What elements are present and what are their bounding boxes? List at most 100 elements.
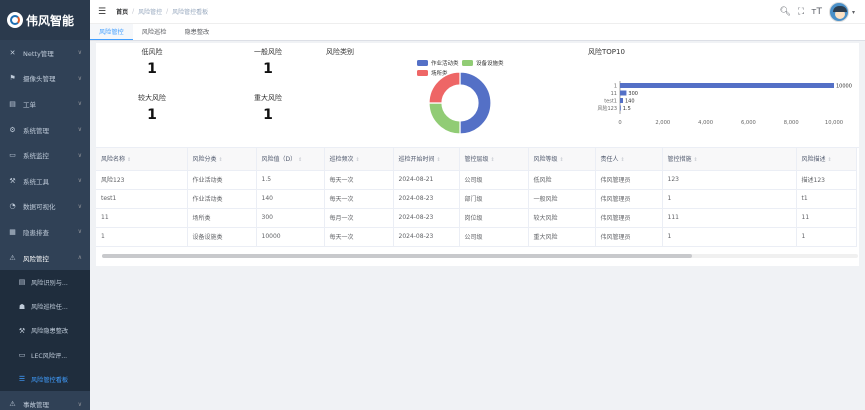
- sidebar-subitem-label: 风险巡检任...: [31, 304, 68, 312]
- horizontal-scrollbar[interactable]: [102, 254, 858, 258]
- sidebar-submenu: ▤ 风险识别与... ☗ 风险巡检任... ⚒ 风险隐患整改 ▭ LEC风险评... ☰ 风险管控…: [0, 270, 90, 392]
- legend-swatch[interactable]: [417, 70, 428, 76]
- column-header[interactable]: 管控措施 ⇕: [662, 148, 797, 171]
- column-header[interactable]: 风险值（D） ⇕: [256, 148, 325, 171]
- logo[interactable]: 伟风智能: [0, 0, 90, 40]
- font-size-icon[interactable]: ᴛT: [811, 7, 822, 17]
- sidebar-subitem[interactable]: ☗ 风险巡检任...: [0, 295, 90, 319]
- sidebar-item-label: 系统管理: [23, 126, 49, 135]
- column-header[interactable]: 风险分类 ⇕: [187, 148, 257, 171]
- x-tick-label: 0: [618, 120, 621, 126]
- table-row[interactable]: 11 场所类 300 每月一次 2024-08-23 岗位级 较大风险 伟风管理员 111 11: [96, 208, 857, 228]
- column-header[interactable]: 巡检开始时间 ⇕: [393, 148, 460, 171]
- header-actions: 🔍︎ ⛶ ᴛT ▾: [772, 2, 855, 22]
- column-header[interactable]: 风险等级 ⇕: [528, 148, 596, 171]
- bar[interactable]: [620, 83, 834, 88]
- hamburger-icon[interactable]: ☰: [98, 7, 106, 17]
- y-tick-label: 11: [611, 91, 617, 97]
- column-header[interactable]: 风险名称 ⇕: [96, 148, 188, 171]
- sort-icon[interactable]: ⇕: [356, 157, 360, 163]
- tab-risk-control[interactable]: 风险管控: [90, 24, 133, 40]
- column-header[interactable]: 巡检频次 ⇕: [324, 148, 394, 171]
- pie-slice[interactable]: [428, 102, 461, 135]
- breadcrumb-home[interactable]: 首页: [116, 7, 128, 16]
- table-cell: 伟风管理员: [595, 170, 663, 190]
- sidebar-item[interactable]: ▦ 隐患排查 ∨: [0, 219, 90, 245]
- table-cell: 公司级: [459, 227, 529, 247]
- table-cell: 低风险: [528, 170, 596, 190]
- sort-icon[interactable]: ⇕: [219, 157, 223, 163]
- scrollbar-thumb[interactable]: [102, 254, 692, 258]
- tab-bar: 风险管控 风险巡检 隐患整改: [90, 24, 865, 41]
- sidebar-subitem[interactable]: ☰ 风险管控看板: [0, 367, 90, 391]
- table-row[interactable]: test1 作业活动类 140 每天一次 2024-08-23 部门级 一般风险 伟风管理员 1…: [96, 189, 857, 209]
- table-cell: 部门级: [459, 189, 529, 209]
- bar[interactable]: [620, 105, 621, 111]
- sidebar-item[interactable]: ▭ 系统监控 ∨: [0, 142, 90, 168]
- chart-title: 风险类别: [326, 47, 354, 56]
- fullscreen-icon[interactable]: ⛶: [798, 7, 804, 17]
- avatar[interactable]: [828, 2, 849, 22]
- x-tick-label: 6,000: [741, 120, 756, 126]
- table-cell: 10000: [256, 227, 325, 247]
- data-label: 140: [625, 99, 635, 105]
- sort-icon[interactable]: ⇕: [298, 157, 302, 163]
- sort-icon[interactable]: ⇕: [828, 157, 832, 163]
- column-header[interactable]: 管控层级 ⇕: [459, 148, 529, 171]
- sidebar-subitem[interactable]: ▤ 风险识别与...: [0, 270, 90, 294]
- sidebar-item[interactable]: ⚒ 系统工具 ∨: [0, 168, 90, 194]
- bar[interactable]: [620, 90, 627, 96]
- sort-icon[interactable]: ⇕: [694, 157, 698, 163]
- data-label: 300: [628, 91, 638, 97]
- sidebar-item-label: 系统监控: [23, 152, 49, 161]
- column-header[interactable]: 风险描述 ⇕: [796, 148, 857, 171]
- table-cell: 1: [662, 227, 797, 247]
- table-cell: 作业活动类: [187, 170, 257, 190]
- tab-hazard-rectification[interactable]: 隐患整改: [176, 24, 219, 40]
- y-tick-label: 风险123: [597, 105, 617, 112]
- breadcrumb-risk[interactable]: 风险管控: [138, 7, 162, 16]
- stat-value: 1: [147, 107, 157, 123]
- search-icon[interactable]: 🔍︎: [779, 7, 790, 17]
- tab-risk-inspection[interactable]: 风险巡检: [133, 24, 176, 40]
- sort-icon[interactable]: ⇕: [621, 157, 625, 163]
- table-cell: test1: [96, 189, 188, 209]
- sort-icon[interactable]: ⇕: [437, 157, 441, 163]
- bar[interactable]: [620, 98, 623, 103]
- accident-icon: ⚠: [9, 400, 16, 409]
- table-row[interactable]: 风险123 作业活动类 1.5 每天一次 2024-08-21 公司级 低风险 伟风管理员 12…: [96, 170, 857, 190]
- table-cell: t1: [796, 189, 857, 209]
- stat-label: 一般风险: [254, 48, 282, 56]
- sidebar-item[interactable]: ◔ 数据可视化 ∨: [0, 194, 90, 220]
- table-header-row: 风险名称 ⇕ 风险分类 ⇕ 风险值（D） ⇕ 巡检频次 ⇕ 巡检开始时间 ⇕ 管控层级 ⇕ 风险等级 ⇕ 责…: [96, 148, 857, 171]
- table-cell: 11: [96, 208, 188, 228]
- sidebar-item[interactable]: ⚙ 系统管理 ∨: [0, 117, 90, 143]
- chevron-down-icon: ∨: [77, 49, 82, 57]
- legend-swatch[interactable]: [417, 60, 428, 66]
- chevron-down-icon: ∨: [77, 74, 82, 82]
- sidebar-subitem[interactable]: ⚒ 风险隐患整改: [0, 319, 90, 343]
- doc-icon: ▤: [18, 278, 26, 287]
- table-cell: 2024-08-21: [393, 170, 460, 190]
- sidebar-item[interactable]: ⚑ 摄像头管理 ∨: [0, 66, 90, 92]
- sidebar-subitem-label: LEC风险评...: [31, 352, 68, 360]
- sidebar-item-label: 系统工具: [23, 177, 49, 186]
- caret-down-icon[interactable]: ▾: [852, 9, 855, 16]
- risk-category-chart: 风险类别 作业活动类 设备设施类 场所类: [324, 43, 524, 143]
- sort-icon[interactable]: ⇕: [491, 157, 495, 163]
- sidebar-item[interactable]: ✕ Netty管理 ∨: [0, 40, 90, 66]
- stat-major-risk: 重大风险 1: [228, 93, 308, 123]
- camera-icon: ⚑: [9, 74, 16, 83]
- sidebar-item[interactable]: ▤ 工单 ∨: [0, 91, 90, 117]
- sidebar-item[interactable]: ⚠ 风险管控 ∧: [0, 245, 90, 271]
- sort-icon[interactable]: ⇕: [127, 157, 131, 163]
- pie-slice[interactable]: [459, 71, 492, 135]
- sidebar-item[interactable]: ⚠ 事故管理 ∨: [0, 391, 90, 410]
- x-tick-label: 10,000: [825, 120, 843, 126]
- sidebar-subitem[interactable]: ▭ LEC风险评...: [0, 343, 90, 367]
- sort-icon[interactable]: ⇕: [560, 157, 564, 163]
- column-header-label: 风险等级: [533, 156, 558, 164]
- legend-swatch[interactable]: [462, 60, 473, 66]
- table-row[interactable]: 1 设备设施类 10000 每天一次 2024-08-23 公司级 重大风险 伟风管理员 1 1: [96, 227, 857, 247]
- column-header[interactable]: 责任人 ⇕: [595, 148, 663, 171]
